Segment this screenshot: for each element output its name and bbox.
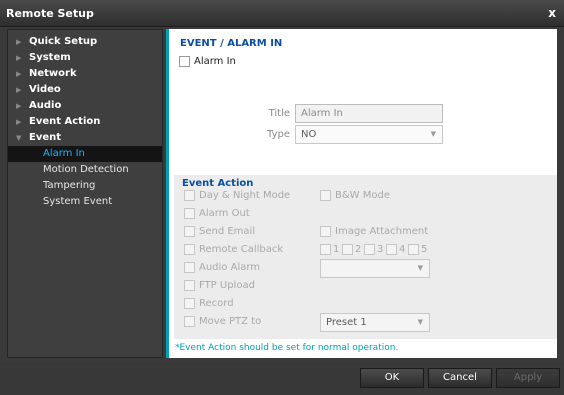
callback-4-label: 4 [399, 244, 406, 255]
sidebar-item-label: Video [29, 84, 61, 95]
chevron-down-icon: ▼ [430, 130, 436, 138]
settings-panel: EVENT / ALARM IN Alarm In Title Alarm In… [166, 29, 557, 358]
day-night-checkbox[interactable] [184, 190, 195, 201]
chevron-right-icon: ▶ [16, 118, 22, 126]
send-email-checkbox[interactable] [184, 226, 195, 237]
audio-alarm-select[interactable]: ▼ [320, 259, 430, 278]
callback-2-label: 2 [355, 244, 362, 255]
type-select-value: NO [301, 129, 317, 140]
callback-1-label: 1 [333, 244, 340, 255]
sidebar-subitem-label: Alarm In [43, 148, 85, 159]
move-ptz-checkbox[interactable] [184, 316, 195, 327]
callback-3-checkbox[interactable] [364, 244, 375, 255]
chevron-right-icon: ▶ [16, 54, 22, 62]
ptz-preset-select-value: Preset 1 [326, 317, 367, 328]
chevron-right-icon: ▶ [16, 38, 22, 46]
event-action-heading: Event Action [182, 178, 254, 189]
bw-mode-label: B&W Mode [335, 190, 390, 201]
sidebar-subitem-alarm-in[interactable]: Alarm In [8, 146, 162, 162]
sidebar-subitem-tampering[interactable]: Tampering [8, 178, 162, 194]
record-checkbox[interactable] [184, 298, 195, 309]
sidebar-item-event-action[interactable]: ▶ Event Action [8, 114, 162, 130]
sidebar-item-label: Audio [29, 100, 62, 111]
image-attachment-checkbox[interactable] [320, 226, 331, 237]
title-bar: Remote Setup x [0, 0, 564, 27]
title-label: Title [268, 108, 290, 119]
send-email-label: Send Email [199, 226, 256, 237]
footer-bar: OK Cancel Apply [0, 362, 564, 395]
sidebar-item-label: Network [29, 68, 77, 79]
sidebar-item-network[interactable]: ▶ Network [8, 66, 162, 82]
cancel-button[interactable]: Cancel [428, 368, 492, 388]
apply-button[interactable]: Apply [496, 368, 560, 388]
sidebar: ▶ Quick Setup ▶ System ▶ Network ▶ Video… [7, 29, 163, 358]
sidebar-item-label: Event [29, 132, 62, 143]
audio-alarm-checkbox[interactable] [184, 262, 195, 273]
move-ptz-label: Move PTZ to [199, 316, 262, 327]
ptz-preset-select[interactable]: Preset 1 ▼ [320, 313, 430, 332]
chevron-down-icon: ▼ [16, 134, 22, 142]
sidebar-subitem-system-event[interactable]: System Event [8, 194, 162, 210]
sidebar-item-quick-setup[interactable]: ▶ Quick Setup [8, 34, 162, 50]
audio-alarm-label: Audio Alarm [199, 262, 261, 273]
bw-mode-checkbox[interactable] [320, 190, 331, 201]
sidebar-subitem-label: Motion Detection [43, 164, 129, 175]
ok-button[interactable]: OK [360, 368, 424, 388]
ftp-upload-checkbox[interactable] [184, 280, 195, 291]
sidebar-item-audio[interactable]: ▶ Audio [8, 98, 162, 114]
chevron-right-icon: ▶ [16, 70, 22, 78]
day-night-label: Day & Night Mode [199, 190, 291, 201]
callback-1-checkbox[interactable] [320, 244, 331, 255]
alarm-out-label: Alarm Out [199, 208, 250, 219]
callback-3-label: 3 [377, 244, 384, 255]
sidebar-item-label: Event Action [29, 116, 101, 127]
sidebar-subitem-label: System Event [43, 196, 113, 207]
ftp-upload-label: FTP Upload [199, 280, 255, 291]
sidebar-subitem-label: Tampering [43, 180, 96, 191]
chevron-down-icon: ▼ [417, 318, 423, 326]
callback-5-label: 5 [421, 244, 428, 255]
close-icon[interactable]: x [548, 6, 556, 20]
type-select[interactable]: NO ▼ [295, 125, 443, 144]
sidebar-item-event[interactable]: ▼ Event [8, 130, 162, 146]
sidebar-item-label: System [29, 52, 71, 63]
alarm-in-label: Alarm In [194, 56, 236, 67]
chevron-right-icon: ▶ [16, 86, 22, 94]
image-attachment-label: Image Attachment [335, 226, 429, 237]
record-label: Record [199, 298, 234, 309]
sidebar-item-label: Quick Setup [29, 36, 98, 47]
callback-5-checkbox[interactable] [408, 244, 419, 255]
alarm-in-checkbox[interactable] [179, 56, 190, 67]
sidebar-item-system[interactable]: ▶ System [8, 50, 162, 66]
remote-callback-checkbox[interactable] [184, 244, 195, 255]
page-title: EVENT / ALARM IN [180, 38, 283, 49]
window-title: Remote Setup [6, 7, 94, 20]
callback-2-checkbox[interactable] [342, 244, 353, 255]
alarm-out-checkbox[interactable] [184, 208, 195, 219]
remote-callback-label: Remote Callback [199, 244, 284, 255]
event-action-section: Event Action Day & Night Mode B&W Mode A… [174, 175, 557, 339]
chevron-down-icon: ▼ [417, 264, 423, 272]
sidebar-item-video[interactable]: ▶ Video [8, 82, 162, 98]
sidebar-subitem-motion-detection[interactable]: Motion Detection [8, 162, 162, 178]
callback-4-checkbox[interactable] [386, 244, 397, 255]
chevron-right-icon: ▶ [16, 102, 22, 110]
event-action-note: *Event Action should be set for normal o… [175, 343, 399, 353]
type-label: Type [267, 129, 290, 140]
title-field[interactable]: Alarm In [295, 104, 443, 123]
